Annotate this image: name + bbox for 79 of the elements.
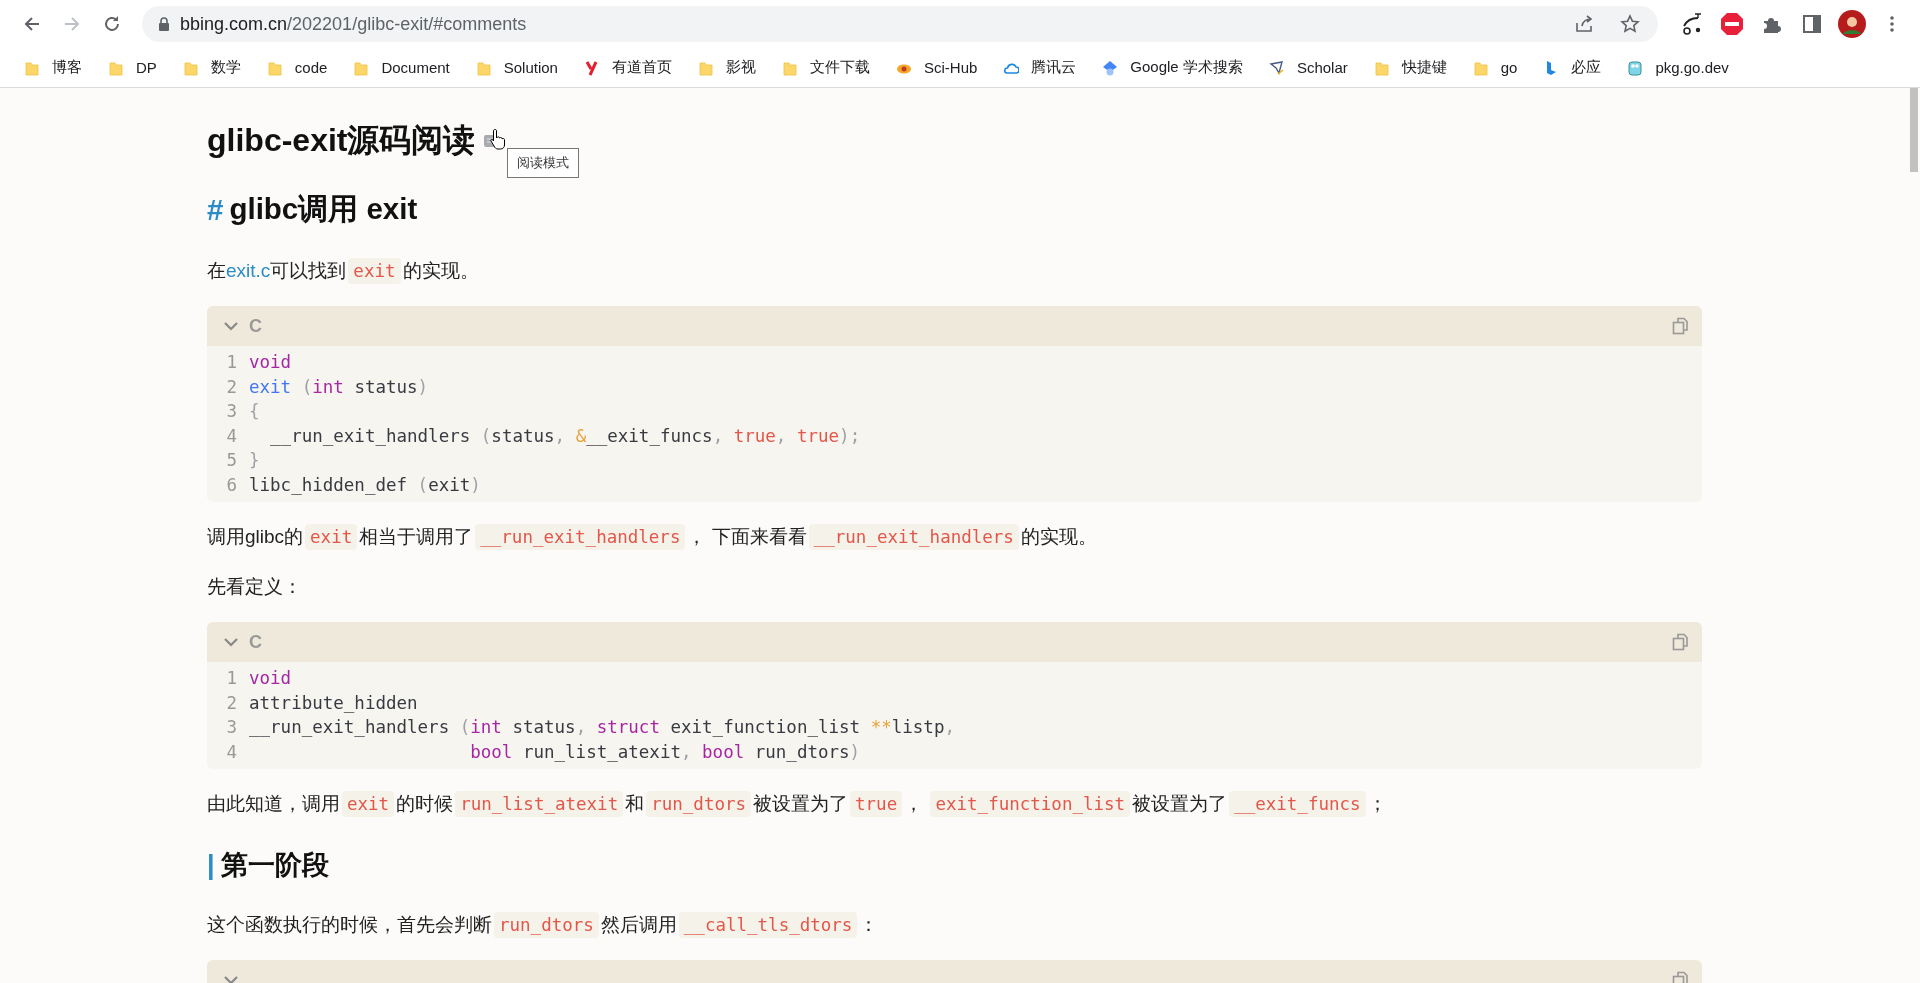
translate-extension-icon	[1680, 12, 1704, 36]
line-number: 1	[225, 668, 237, 689]
hand-cursor-icon	[489, 128, 507, 150]
bookmark[interactable]: 文件下载	[769, 54, 882, 81]
copy-icon[interactable]	[1672, 317, 1690, 335]
folder-icon	[24, 59, 40, 76]
code-line: libc_hidden_def (exit)	[249, 474, 481, 495]
line-number: 6	[225, 474, 237, 495]
code-line: __run_exit_handlers (int status, struct exit_function_list **listp,	[249, 717, 955, 738]
line-number: 4	[225, 741, 237, 762]
folder-icon	[781, 59, 798, 76]
code-line: bool run_list_atexit, bool run_dtors)	[469, 741, 861, 762]
line-number: 3	[225, 717, 237, 738]
code-line: exit (int status)	[249, 376, 429, 397]
url-text: bbing.com.cn/202201/glibc-exit/#comments	[180, 13, 527, 35]
folder-icon	[182, 59, 199, 76]
gopher-icon	[1627, 59, 1644, 76]
line-number: 4	[225, 425, 237, 446]
section-heading: 第一阶段	[220, 849, 329, 882]
bookmark[interactable]: Google 学术搜索	[1090, 54, 1255, 81]
code-line: void	[249, 668, 292, 689]
folder-icon	[266, 59, 283, 76]
bookmark[interactable]: 必应	[1531, 54, 1614, 81]
bookmark[interactable]: 有道首页	[571, 54, 684, 81]
bookmark[interactable]: 快捷键	[1361, 54, 1459, 81]
bookmark[interactable]: 影视	[685, 54, 768, 81]
bookmark[interactable]: pkg.go.dev	[1615, 55, 1741, 80]
code-line: {	[249, 401, 260, 422]
folder-icon	[353, 59, 370, 76]
line-number: 3	[225, 401, 237, 422]
bookmark[interactable]: 博客	[12, 54, 94, 81]
code-language-label: C	[249, 315, 262, 337]
link[interactable]: exit.c	[226, 260, 271, 281]
heading-anchor: #	[207, 193, 224, 227]
bookmark[interactable]: DP	[96, 55, 169, 80]
scrollbar-thumb[interactable]	[1910, 88, 1918, 172]
bookmark[interactable]: go	[1460, 55, 1530, 80]
paragraph: 调用glibc的 exit 相当于调用了 __run_exit_handlers ， 下面来看看 __run_exit_handlers 的实现。	[207, 522, 1702, 552]
bookmark[interactable]: Scholar	[1256, 55, 1360, 80]
folder-icon	[697, 59, 714, 76]
share-icon	[1574, 14, 1594, 34]
section-heading: glibc调用 exit	[229, 191, 418, 227]
adblock-extension-icon	[1720, 12, 1744, 36]
line-number: 1	[225, 352, 237, 373]
profile-icon	[1837, 9, 1867, 39]
lock-icon	[158, 17, 170, 31]
tooltip: 阅读模式	[507, 148, 579, 178]
paragraph: 由此知道，调用 exit 的时候 run_list_atexit 和 run_dtors 被设置为了 true ， exit_function_list 被设置为了 __exit_funcs ；	[207, 789, 1702, 819]
star-icon	[1620, 14, 1640, 34]
code-line: __run_exit_handlers (status, &__exit_funcs, true, true);	[269, 425, 861, 446]
bookmark[interactable]: Document	[341, 55, 462, 80]
paragraph: 在exit.c可以找到 exit 的实现。	[207, 256, 1702, 286]
folder-icon	[475, 59, 492, 76]
code-line: void	[249, 352, 292, 373]
article-title: glibc-exit源码阅读	[207, 121, 476, 160]
folder-icon	[1373, 59, 1390, 76]
code-line: attribute_hidden	[249, 692, 418, 713]
code-line: }	[249, 450, 260, 471]
line-number: 2	[225, 376, 237, 397]
folder-icon	[108, 59, 124, 76]
menu-icon	[1890, 16, 1894, 32]
side-panel-icon	[1801, 13, 1823, 35]
graduation-cap-icon	[1102, 59, 1119, 76]
heading-marker-label: |	[207, 849, 215, 881]
address-bar[interactable]: bbing.com.cn/202201/glibc-exit/#comments	[142, 6, 1658, 42]
copy-icon[interactable]	[1672, 633, 1690, 651]
y-letter-icon	[583, 59, 600, 76]
code-language-label: C	[249, 631, 262, 653]
paragraph: 先看定义：	[207, 575, 303, 599]
bookmark[interactable]: code	[254, 55, 340, 80]
bookmark[interactable]: 腾讯云	[991, 54, 1089, 81]
line-number: 5	[225, 450, 237, 471]
bookmark[interactable]: Solution	[463, 55, 570, 80]
bookmark[interactable]: 数学	[170, 54, 253, 81]
folder-icon	[1472, 59, 1489, 76]
reload-icon	[102, 14, 122, 34]
paragraph: 这个函数执行的时候，首先会判断 run_dtors 然后调用 __call_tls_dtors ：	[207, 910, 1702, 940]
line-number: 2	[225, 692, 237, 713]
bookmark[interactable]: Sci-Hub	[883, 55, 990, 80]
